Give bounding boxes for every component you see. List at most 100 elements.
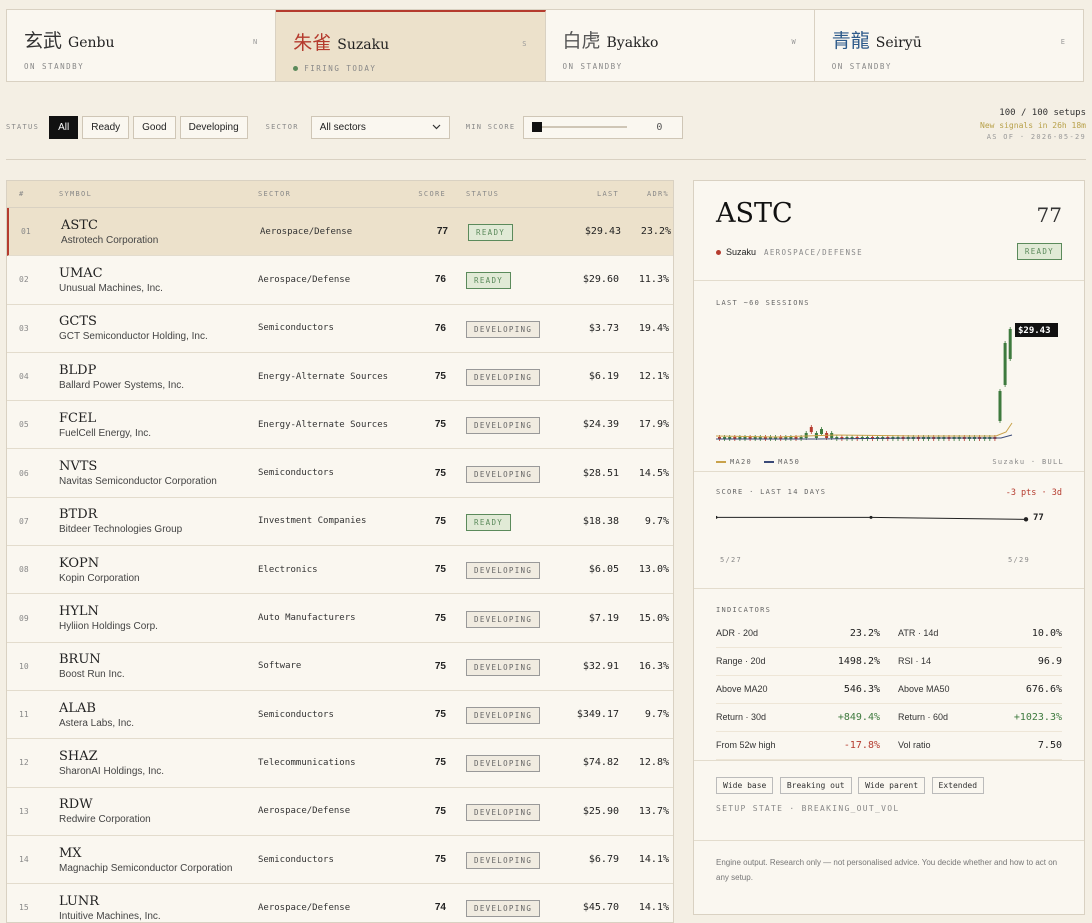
table-row[interactable]: 05 FCEL FuelCell Energy, Inc. Energy-Altern…: [7, 401, 673, 450]
row-score: 77: [436, 226, 448, 238]
row-adr: 19.4%: [638, 322, 669, 334]
row-last: $28.51: [582, 467, 619, 479]
row-ticker: GCTS: [59, 314, 97, 330]
table-row[interactable]: 13 RDW Redwire Corporation Aerospace/Defens…: [7, 788, 673, 836]
row-number: 13: [19, 806, 29, 816]
row-ticker: KOPN: [59, 555, 100, 571]
table-row[interactable]: 10 BRUN Boost Run Inc. Software 75 DEVELOPING…: [7, 643, 673, 691]
table-row[interactable]: 03 GCTS GCT Semiconductor Holding, Inc. Sem…: [7, 305, 673, 353]
indicators-label: INDICATORS: [716, 606, 772, 614]
indicator: From 52w high -17.8%: [716, 740, 880, 751]
col-score[interactable]: SCORE: [401, 190, 446, 198]
row-ticker: HYLN: [59, 604, 99, 620]
filter-all-button[interactable]: All: [49, 115, 79, 139]
col-symbol[interactable]: SYMBOL: [59, 190, 258, 198]
row-number: 14: [19, 855, 29, 864]
row-status-cell: READY: [446, 270, 546, 290]
status-badge: DEVELOPING: [466, 658, 541, 676]
tab-seiryu[interactable]: 青龍 Seiryū ON STANDBY E: [815, 10, 1083, 81]
row-score: 75: [434, 660, 446, 672]
row-adr: 12.1%: [638, 371, 669, 383]
filter-ready-button[interactable]: Ready: [82, 115, 130, 139]
row-adr: 12.8%: [638, 757, 669, 769]
row-symbol-cell: BRUN Boost Run Inc.: [59, 652, 258, 680]
indicator-value: 7.50: [1037, 740, 1062, 751]
col-last[interactable]: LAST: [546, 190, 619, 198]
col-num: #: [19, 190, 25, 198]
row-sector: Aerospace/Defense: [258, 902, 351, 913]
tab-direction: W: [791, 38, 796, 46]
status-badge: DEVELOPING: [466, 707, 541, 725]
row-last: $6.79: [588, 854, 619, 865]
table-row[interactable]: 09 HYLN Hyliion Holdings Corp. Auto Manufac…: [7, 594, 673, 643]
row-score: 75: [434, 612, 446, 624]
tab-name: Seiryū: [875, 35, 922, 51]
indicator-value: +1023.3%: [1013, 712, 1062, 723]
table-row[interactable]: 06 NVTS Navitas Semiconductor Corporation S…: [7, 449, 673, 498]
status-badge: DEVELOPING: [466, 900, 541, 918]
model-dot-icon: [716, 249, 721, 255]
detail-subline: Suzaku AEROSPACE/DEFENSE: [716, 247, 863, 257]
table-row[interactable]: 02 UMAC Unusual Machines, Inc. Aerospace/De…: [7, 256, 673, 305]
score-point: [1023, 517, 1029, 522]
table-row[interactable]: 01 ASTC Astrotech Corporation Aerospace/Def…: [7, 208, 673, 257]
min-score-slider[interactable]: 0: [523, 115, 684, 139]
row-status-cell: READY: [446, 512, 546, 531]
tab-suzaku[interactable]: 朱雀 Suzaku FIRING TODAY S: [276, 10, 546, 81]
row-number: 06: [19, 468, 29, 478]
table-row[interactable]: 08 KOPN Kopin Corporation Electronics 75 DEVE…: [7, 546, 673, 595]
table-row[interactable]: 14 MX Magnachip Semiconductor Corporation S…: [7, 836, 673, 885]
as-of-date: AS OF · 2026-05-29: [986, 133, 1086, 141]
row-symbol-cell: BTDR Bitdeer Technologies Group: [59, 507, 258, 535]
row-score: 75: [434, 467, 446, 479]
row-company: Astrotech Corporation: [61, 234, 159, 246]
table-row[interactable]: 15 LUNR Intuitive Machines, Inc. Aerospace/…: [7, 884, 673, 922]
row-status-cell: DEVELOPING: [446, 657, 546, 676]
row-adr: 14.5%: [638, 467, 669, 479]
table-row[interactable]: 07 BTDR Bitdeer Technologies Group Investme…: [7, 498, 673, 547]
row-company: Boost Run Inc.: [59, 669, 125, 681]
table-row[interactable]: 11 ALAB Astera Labs, Inc. Semiconductors 75 D…: [7, 691, 673, 740]
tab-kanji: 青龍: [831, 30, 870, 52]
row-adr: 11.3%: [638, 274, 669, 286]
row-sector: Software: [258, 661, 302, 672]
row-ticker: UMAC: [59, 265, 103, 281]
status-badge: DEVELOPING: [466, 562, 541, 580]
row-last: $3.73: [588, 322, 619, 334]
chevron-down-icon: [432, 124, 441, 130]
ma20-line: [716, 422, 1013, 438]
tab-byakko[interactable]: 白虎 Byakko ON STANDBY W: [546, 10, 815, 81]
row-status-cell: DEVELOPING: [446, 898, 546, 918]
row-symbol-cell: FCEL FuelCell Energy, Inc.: [59, 411, 258, 439]
legend-ma20: MA20: [730, 458, 753, 466]
row-score: 76: [434, 322, 446, 334]
tab-genbu[interactable]: 玄武 Genbu ON STANDBY N: [7, 10, 277, 81]
row-symbol-cell: SHAZ SharonAI Holdings, Inc.: [59, 749, 258, 777]
candle: [820, 429, 823, 434]
col-status[interactable]: STATUS: [446, 190, 546, 198]
row-number: 10: [19, 661, 29, 671]
slider-track: [532, 122, 628, 132]
filter-good-button[interactable]: Good: [133, 115, 176, 139]
detail-header: ASTC 77 Suzaku AEROSPACE/DEFENSE READY: [694, 181, 1084, 281]
row-adr: 17.9%: [638, 419, 669, 431]
col-adr[interactable]: ADR%: [619, 190, 669, 198]
row-symbol-cell: KOPN Kopin Corporation: [59, 556, 258, 584]
row-company: FuelCell Energy, Inc.: [59, 427, 152, 439]
sector-select[interactable]: All sectors: [310, 115, 450, 139]
filter-developing-button[interactable]: Developing: [179, 115, 248, 139]
table-row[interactable]: 12 SHAZ SharonAI Holdings, Inc. Telecommuni…: [7, 739, 673, 788]
row-adr: 15.0%: [638, 612, 669, 624]
row-number: 03: [19, 323, 29, 333]
row-last: $6.05: [588, 564, 619, 576]
row-sector: Telecommunications: [258, 757, 356, 768]
indicator-label: Return · 30d: [716, 712, 767, 722]
table-row[interactable]: 04 BLDP Ballard Power Systems, Inc. Energy-…: [7, 353, 673, 402]
detail-score: 77: [1036, 203, 1062, 227]
row-number: 02: [19, 275, 29, 285]
indicator-value: 96.9: [1037, 656, 1062, 667]
row-adr: 13.0%: [638, 564, 669, 576]
slider-thumb[interactable]: [532, 122, 543, 132]
status-badge: DEVELOPING: [466, 610, 541, 628]
col-sector[interactable]: SECTOR: [258, 190, 401, 198]
